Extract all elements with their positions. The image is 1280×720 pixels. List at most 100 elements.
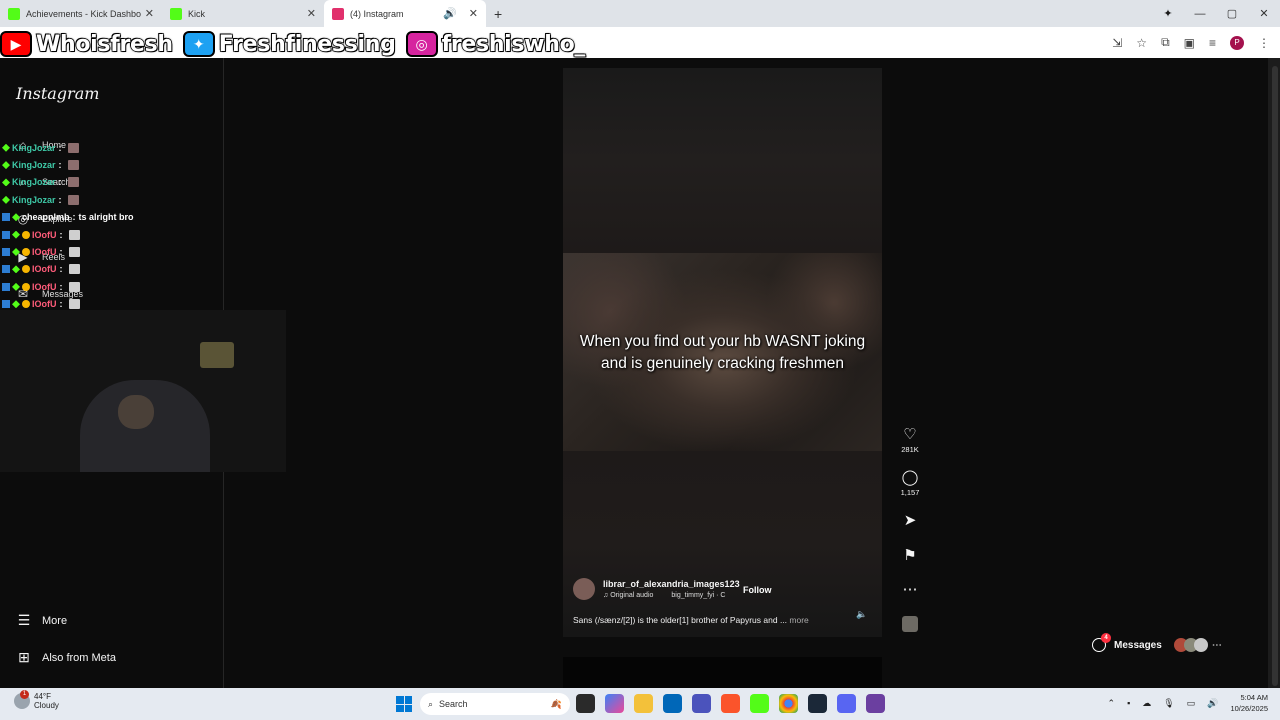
profile-avatar[interactable]: P: [1230, 35, 1244, 50]
kick-app-icon[interactable]: [750, 694, 769, 713]
instagram-favicon-icon: [332, 7, 344, 20]
sparkle-icon[interactable]: ✦: [1152, 7, 1184, 20]
also-from-meta-button[interactable]: ⊞ Also from Meta: [16, 649, 116, 666]
chat-username[interactable]: KingJozar: [12, 177, 56, 187]
discord-icon[interactable]: [837, 694, 856, 713]
instagram-logo[interactable]: Instagram: [16, 84, 99, 103]
store-icon[interactable]: [663, 694, 682, 713]
close-tab-icon[interactable]: ✕: [469, 7, 478, 20]
close-tab-icon[interactable]: ✕: [145, 7, 154, 20]
weather-widget[interactable]: 1 44°F Cloudy: [14, 690, 59, 710]
menu-icon[interactable]: ⋮: [1258, 36, 1270, 50]
chat-username[interactable]: KingJozar: [12, 195, 56, 205]
maximize-button[interactable]: ▢: [1216, 7, 1248, 20]
kick-favicon-icon: [170, 7, 182, 20]
share-button[interactable]: ➤: [898, 511, 922, 529]
description-text: Sans (/sænz/[2]) is the older[1] brother…: [573, 615, 788, 625]
emote-icon: [67, 142, 79, 153]
ellipsis-icon: ⋯: [902, 581, 918, 598]
audio-thumbnail[interactable]: [902, 616, 918, 632]
task-view-icon[interactable]: [576, 694, 595, 713]
steam-icon[interactable]: [808, 694, 827, 713]
chevron-up-icon[interactable]: ⌃: [1108, 698, 1116, 709]
more-options-button[interactable]: ⋯: [898, 580, 922, 598]
ellipsis-icon: ⋯: [1211, 639, 1222, 651]
gift-badge-icon: [2, 195, 10, 204]
author-username[interactable]: librar_of_alexandria_images123: [603, 579, 740, 589]
meta-grid-icon: ⊞: [18, 649, 30, 665]
display-icon[interactable]: ▭: [1187, 698, 1196, 709]
audio-row[interactable]: ♫ Original audio big_timmy_fyi · C: [603, 592, 740, 599]
comment-button[interactable]: ◯ 1,157: [898, 468, 922, 497]
media-control-icon[interactable]: ≡: [1209, 36, 1216, 50]
messages-label: Messages: [1114, 639, 1162, 651]
teams-icon[interactable]: [692, 694, 711, 713]
extensions-icon[interactable]: ⧉: [1161, 35, 1170, 50]
window-controls: ✦ — ▢ ✕: [1152, 0, 1280, 27]
reel-author[interactable]: librar_of_alexandria_images123 ♫ Origina…: [573, 578, 740, 600]
microphone-icon[interactable]: 🎙: [1163, 698, 1174, 709]
taskbar-search[interactable]: ⌕ Search 🍂: [420, 693, 570, 715]
mod-badge-icon: [2, 300, 10, 309]
clock-time: 5:04 AM: [1240, 693, 1268, 702]
mod-badge-icon: [2, 230, 10, 239]
reel-feed[interactable]: When you find out your hb WASNT joking a…: [563, 68, 882, 688]
copilot-icon[interactable]: [605, 694, 624, 713]
install-app-icon[interactable]: ⇲: [1112, 36, 1122, 50]
tab-kick-dashboard[interactable]: Achievements - Kick Dashboard ✕: [0, 0, 162, 27]
bookmark-star-icon[interactable]: ☆: [1136, 36, 1147, 50]
volume-icon[interactable]: 🔊: [1207, 698, 1218, 709]
reel-description[interactable]: Sans (/sænz/[2]) is the older[1] brother…: [573, 615, 809, 625]
bookmark-icon: ⚑: [903, 547, 917, 564]
send-icon: ➤: [903, 512, 917, 529]
new-tab-button[interactable]: +: [494, 6, 502, 22]
messages-pill[interactable]: 4 Messages ⋯: [1092, 633, 1222, 652]
search-highlight-icon: 🍂: [550, 698, 562, 709]
close-tab-icon[interactable]: ✕: [307, 7, 316, 20]
brave-icon[interactable]: [721, 694, 740, 713]
chat-username[interactable]: IOofU: [32, 230, 57, 240]
chat-username[interactable]: KingJozar: [12, 143, 56, 153]
file-explorer-icon[interactable]: [634, 694, 653, 713]
page-scrollbar[interactable]: [1268, 58, 1280, 688]
chat-username[interactable]: IOofU: [32, 247, 57, 257]
obs-icon[interactable]: [866, 694, 885, 713]
windows-start-icon[interactable]: [396, 696, 412, 712]
cloud-sync-icon[interactable]: ☁: [1142, 698, 1151, 709]
chat-separator: :: [59, 247, 63, 258]
chat-username[interactable]: KingJozar: [12, 160, 56, 170]
chat-username[interactable]: IOofU: [32, 282, 57, 292]
search-label: Search: [439, 699, 468, 709]
tray-app-icon[interactable]: ▪: [1127, 698, 1130, 708]
emote-icon: [68, 299, 80, 310]
chat-username[interactable]: cheapnlmb: [22, 212, 70, 222]
gift-badge-icon: [12, 248, 20, 257]
more-button[interactable]: ☰ More: [16, 612, 67, 629]
sub-badge-icon: [22, 265, 30, 274]
minimize-button[interactable]: —: [1184, 8, 1216, 20]
messages-badge: 4: [1101, 633, 1111, 643]
volume-icon[interactable]: 🔈: [856, 609, 867, 620]
chat-message: cheapnlmb: ts alright bro: [2, 209, 222, 226]
chat-username[interactable]: IOofU: [32, 264, 57, 274]
chat-separator: :: [59, 264, 63, 275]
sub-badge-icon: [22, 282, 30, 291]
gift-badge-icon: [2, 143, 10, 152]
reel-video[interactable]: When you find out your hb WASNT joking a…: [563, 253, 882, 451]
gift-badge-icon: [2, 178, 10, 187]
mod-badge-icon: [2, 248, 10, 257]
like-button[interactable]: ♡ 281K: [898, 425, 922, 454]
chat-username[interactable]: IOofU: [32, 299, 57, 309]
sidebar-icon[interactable]: ▣: [1184, 36, 1195, 50]
close-window-button[interactable]: ✕: [1248, 7, 1280, 20]
scrollbar-thumb[interactable]: [1272, 66, 1278, 686]
tab-kick[interactable]: Kick ✕: [162, 0, 324, 27]
tab-instagram[interactable]: (4) Instagram 🔊 ✕: [324, 0, 486, 27]
more-link[interactable]: more: [789, 615, 808, 625]
clock[interactable]: 5:04 AM 10/26/2025: [1230, 692, 1268, 714]
save-button[interactable]: ⚑: [898, 546, 922, 564]
chrome-icon[interactable]: [779, 694, 798, 713]
follow-button[interactable]: Follow: [743, 585, 772, 595]
author-avatar[interactable]: [573, 578, 595, 600]
speaker-icon[interactable]: 🔊: [443, 7, 457, 20]
